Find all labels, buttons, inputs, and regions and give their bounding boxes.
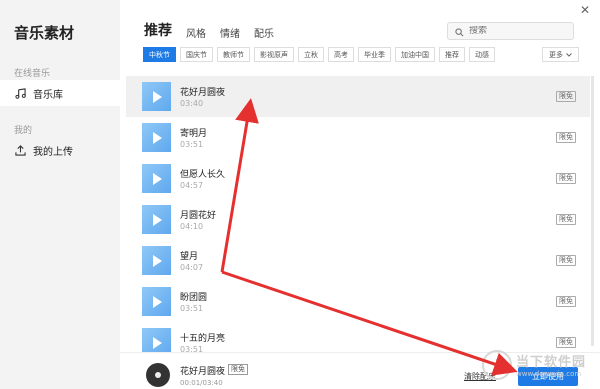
search-input[interactable]: [469, 26, 569, 36]
song-title: 花好月圆夜: [180, 88, 226, 98]
more-label: 更多: [549, 50, 563, 59]
song-row[interactable]: 望月 04:07 限免: [126, 240, 590, 281]
chip-national-day[interactable]: 国庆节: [180, 47, 213, 62]
chip-dynamic[interactable]: 动感: [469, 47, 495, 62]
free-badge: 限免: [556, 214, 576, 225]
song-title: 盼团圆: [180, 293, 208, 303]
song-duration: 04:10: [180, 222, 204, 231]
song-title: 但愿人长久: [180, 170, 226, 180]
player-free-badge: 限免: [228, 364, 248, 375]
search-box: [447, 22, 574, 40]
free-badge: 限免: [556, 91, 576, 102]
sidebar-item-my-uploads[interactable]: 我的上传: [0, 137, 120, 163]
sidebar-title: 音乐素材: [14, 24, 75, 42]
song-list: 花好月圆夜 03:40 限免 寄明月 03:51 限免 但愿人长久 04:57 …: [126, 76, 590, 363]
song-title: 十五的月亮: [180, 334, 226, 344]
song-title: 寄明月: [180, 129, 208, 139]
category-tabs: 推荐 风格 情绪 配乐: [144, 20, 274, 41]
chip-gaokao[interactable]: 高考: [328, 47, 354, 62]
song-duration: 03:51: [180, 304, 204, 313]
play-thumbnail[interactable]: [142, 123, 171, 152]
song-duration: 04:07: [180, 263, 204, 272]
disc-icon[interactable]: [146, 363, 170, 387]
song-row[interactable]: 盼团圆 03:51 限免: [126, 281, 590, 322]
free-badge: 限免: [556, 296, 576, 307]
free-badge: 限免: [556, 173, 576, 184]
chip-teachers-day[interactable]: 教师节: [217, 47, 250, 62]
section-online-music: 在线音乐: [14, 69, 51, 79]
song-row[interactable]: 花好月圆夜 03:40 限免: [126, 76, 590, 117]
chip-go-china[interactable]: 加油中国: [395, 47, 435, 62]
play-icon: [153, 213, 162, 226]
play-icon: [153, 295, 162, 308]
chip-mid-autumn[interactable]: 中秋节: [143, 47, 176, 62]
chip-recommend[interactable]: 推荐: [439, 47, 465, 62]
play-thumbnail[interactable]: [142, 164, 171, 193]
song-title: 月圆花好: [180, 211, 217, 221]
watermark-url: www.downxia.com: [516, 370, 582, 378]
play-icon: [153, 336, 162, 349]
chip-film-score[interactable]: 影视原声: [254, 47, 294, 62]
song-duration: 03:40: [180, 99, 204, 108]
play-icon: [153, 254, 162, 267]
chip-graduation[interactable]: 毕业季: [358, 47, 391, 62]
tab-style[interactable]: 风格: [186, 25, 206, 41]
play-icon: [153, 131, 162, 144]
song-duration: 03:51: [180, 140, 204, 149]
play-thumbnail[interactable]: [142, 287, 171, 316]
music-note-icon: [14, 87, 26, 99]
tag-chips: 中秋节 国庆节 教师节 影视原声 立秋 高考 毕业季 加油中国 推荐 动感: [143, 47, 495, 62]
search-icon: [455, 22, 464, 41]
play-thumbnail[interactable]: [142, 82, 171, 111]
watermark-text: 当下软件园: [516, 355, 587, 370]
song-row[interactable]: 但愿人长久 04:57 限免: [126, 158, 590, 199]
chip-start-of-autumn[interactable]: 立秋: [298, 47, 324, 62]
song-row[interactable]: 月圆花好 04:10 限免: [126, 199, 590, 240]
sidebar: 音乐素材 在线音乐 音乐库 我的 我的上传: [0, 0, 120, 389]
tab-recommend[interactable]: 推荐: [144, 20, 172, 41]
list-scrollbar[interactable]: [591, 76, 594, 346]
player-song-title: 花好月圆夜: [180, 367, 226, 377]
watermark-logo-icon: ↓: [482, 349, 512, 380]
sidebar-item-music-library[interactable]: 音乐库: [0, 80, 120, 106]
main-panel: ✕ 推荐 风格 情绪 配乐 中秋节 国庆节 教师节 影视原声 立秋 高考 毕业季…: [120, 0, 600, 389]
section-mine: 我的: [14, 126, 33, 136]
free-badge: 限免: [556, 132, 576, 143]
chevron-down-icon: [566, 51, 572, 59]
play-icon: [153, 172, 162, 185]
song-title: 望月: [180, 252, 199, 262]
upload-icon: [14, 144, 26, 156]
play-thumbnail[interactable]: [142, 205, 171, 234]
sidebar-item-label: 我的上传: [33, 146, 73, 158]
song-duration: 04:57: [180, 181, 204, 190]
play-icon: [153, 90, 162, 103]
player-time: 00:01/03:40: [180, 379, 223, 387]
close-icon[interactable]: ✕: [580, 3, 590, 17]
tab-soundtrack[interactable]: 配乐: [254, 25, 274, 41]
song-row[interactable]: 寄明月 03:51 限免: [126, 117, 590, 158]
more-button[interactable]: 更多: [542, 47, 579, 62]
play-thumbnail[interactable]: [142, 246, 171, 275]
sidebar-item-label: 音乐库: [33, 89, 63, 101]
tab-mood[interactable]: 情绪: [220, 25, 240, 41]
watermark: ↓ 当下软件园 www.downxia.com: [482, 340, 600, 389]
free-badge: 限免: [556, 255, 576, 266]
